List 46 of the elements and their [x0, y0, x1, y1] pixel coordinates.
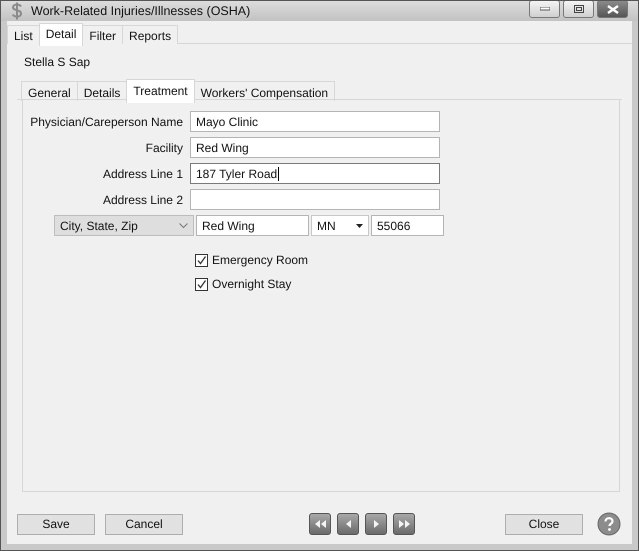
employee-name: Stella S Sap: [24, 55, 92, 69]
input-field[interactable]: [190, 189, 440, 210]
previous-button[interactable]: [337, 513, 359, 535]
field-label: Physician/Careperson Name: [29, 114, 184, 128]
dropdown[interactable]: MN: [311, 215, 369, 236]
tab[interactable]: List: [7, 25, 40, 45]
last-button[interactable]: [393, 513, 415, 535]
checkbox[interactable]: [195, 278, 208, 290]
tab[interactable]: Reports: [122, 25, 178, 45]
dollar-icon: [11, 2, 23, 20]
right-arrow-icon: [374, 520, 378, 528]
chevron-icon: [179, 222, 188, 228]
close-button[interactable]: [597, 1, 628, 18]
restore-icon: [574, 5, 584, 13]
field-label: Address Line 1: [102, 166, 184, 180]
maximize-button[interactable]: [563, 1, 594, 18]
close-button[interactable]: Close: [505, 514, 583, 534]
field-label: Address Line 2: [102, 192, 184, 206]
double-left-arrow-icon: [314, 520, 326, 528]
minimize-button[interactable]: [529, 1, 560, 18]
tab[interactable]: Treatment: [126, 79, 195, 103]
window-title: Work-Related Injuries/Illnesses (OSHA): [31, 4, 250, 18]
minimize-icon: [540, 7, 550, 11]
left-arrow-icon: [346, 520, 350, 528]
input-field[interactable]: 55066: [371, 215, 444, 236]
cancel-button[interactable]: Cancel: [105, 514, 183, 534]
caret-icon: [356, 224, 363, 228]
tab[interactable]: Workers' Compensation: [194, 81, 336, 101]
checkbox[interactable]: [195, 254, 208, 266]
tab[interactable]: General: [21, 81, 78, 101]
first-button[interactable]: [309, 513, 331, 535]
tab[interactable]: Detail: [38, 23, 84, 46]
close-icon: [606, 4, 618, 14]
double-right-arrow-icon: [398, 520, 410, 528]
input-field[interactable]: Red Wing: [190, 137, 440, 158]
input-field[interactable]: Mayo Clinic: [190, 111, 440, 132]
next-button[interactable]: [365, 513, 387, 535]
tab[interactable]: Filter: [82, 25, 124, 45]
field-label: Facility: [144, 140, 184, 154]
checkbox-label: Emergency Room: [212, 253, 308, 267]
save-button[interactable]: Save: [17, 514, 95, 534]
checkbox-label: Overnight Stay: [212, 277, 292, 291]
input-field[interactable]: 187 Tyler Road: [190, 163, 440, 184]
help-icon[interactable]: [597, 512, 621, 536]
input-field[interactable]: Red Wing: [196, 215, 309, 236]
dropdown[interactable]: City, State, Zip: [54, 215, 194, 236]
